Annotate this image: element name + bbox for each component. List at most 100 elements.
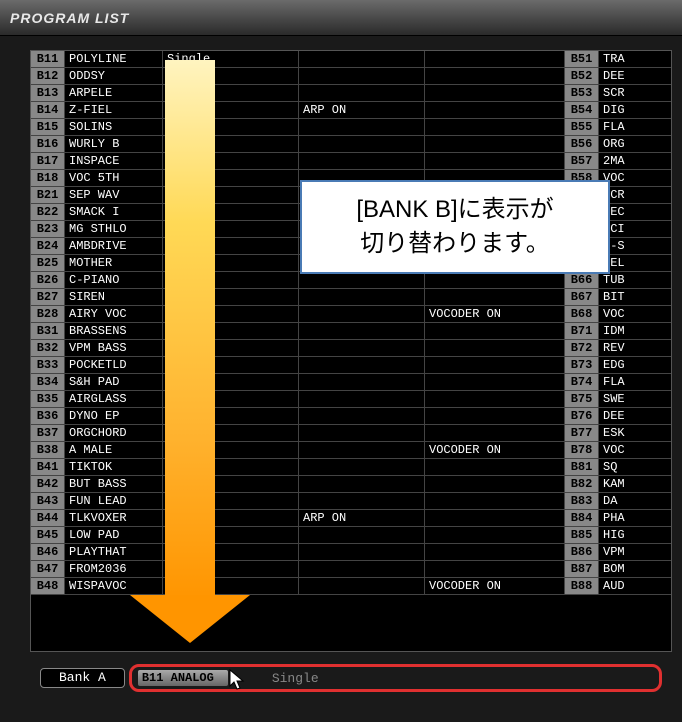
program-name: SIREN [65,289,163,305]
program-extra [299,323,425,339]
program-slot-right: B66 [565,272,599,288]
program-extra2 [425,493,565,509]
program-row[interactable]: B46PLAYTHATSingleB86VPM [31,544,671,561]
program-name-right: FLA [599,119,659,135]
header-bar: PROGRAM LIST [0,0,682,36]
program-name-right: PHA [599,510,659,526]
program-name-right: ORG [599,136,659,152]
program-row[interactable]: B11POLYLINESingleB51TRA [31,51,671,68]
program-row[interactable]: B17INSPACELayerB572MA [31,153,671,170]
program-name: POLYLINE [65,51,163,67]
program-row[interactable]: B37ORGCHORDLayerB77ESK [31,425,671,442]
program-name: SOLINS [65,119,163,135]
program-row[interactable]: B47FROM2036SingleB87BOM [31,561,671,578]
program-extra [299,68,425,84]
program-row[interactable]: B12ODDSYSingleB52DEE [31,68,671,85]
program-slot-right: B84 [565,510,599,526]
program-type: Multi [163,391,299,407]
program-name: AIRY VOC [65,306,163,322]
program-name: BUT BASS [65,476,163,492]
program-slot-right: B88 [565,578,599,594]
program-name-right: BIT [599,289,659,305]
program-name: AIRGLASS [65,391,163,407]
program-extra2 [425,357,565,373]
program-name-right: VOC [599,442,659,458]
program-name-right: SQ [599,459,659,475]
program-slot-right: B57 [565,153,599,169]
program-slot: B12 [31,68,65,84]
program-extra2: VOCODER ON [425,442,565,458]
program-type: Single [163,578,299,594]
program-extra [299,408,425,424]
program-slot: B33 [31,357,65,373]
program-name-right: REV [599,340,659,356]
program-name-right: DA [599,493,659,509]
program-row[interactable]: B32VPM BASSSingleB72REV [31,340,671,357]
program-row[interactable]: B16WURLY BSingleB56ORG [31,136,671,153]
program-extra [299,374,425,390]
program-row[interactable]: B26C-PIANOSingleB66TUB [31,272,671,289]
program-slot-right: B87 [565,561,599,577]
program-extra [299,578,425,594]
program-extra2 [425,272,565,288]
program-row[interactable]: B34S&H PADMultiB74FLA [31,374,671,391]
selected-program-area[interactable]: B11 ANALOG Single [129,664,662,692]
program-slot: B23 [31,221,65,237]
annotation-callout: [BANK B]に表示が 切り替わります。 [300,180,610,274]
program-name: ORGCHORD [65,425,163,441]
program-name: WISPAVOC [65,578,163,594]
program-extra2 [425,425,565,441]
callout-line-1: [BANK B]に表示が [356,193,553,227]
program-slot: B38 [31,442,65,458]
program-name-right: HIG [599,527,659,543]
program-name: DYNO EP [65,408,163,424]
program-row[interactable]: B27SIRENSingleB67BIT [31,289,671,306]
program-name: SMACK I [65,204,163,220]
program-row[interactable]: B44TLKVOXERSingleARP ONB84PHA [31,510,671,527]
program-name-right: DEE [599,68,659,84]
program-slot-right: B82 [565,476,599,492]
program-row[interactable]: B45LOW PADSingleB85HIG [31,527,671,544]
program-row[interactable]: B35AIRGLASSMultiB75SWE [31,391,671,408]
program-row[interactable]: B42BUT BASSSingleB82KAM [31,476,671,493]
program-slot-right: B52 [565,68,599,84]
program-extra [299,544,425,560]
program-slot: B14 [31,102,65,118]
header-title: PROGRAM LIST [10,10,129,26]
program-row[interactable]: B14Z-FIELSingleARP ONB54DIG [31,102,671,119]
program-extra2 [425,68,565,84]
program-extra2 [425,340,565,356]
program-name: TLKVOXER [65,510,163,526]
program-extra [299,425,425,441]
program-name-right: BOM [599,561,659,577]
footer-bar: Bank A B11 ANALOG Single [40,664,662,692]
program-row[interactable]: B43FUN LEADSingleB83DA [31,493,671,510]
program-row[interactable]: B36DYNO EPSingleB76DEE [31,408,671,425]
program-type: Multi [163,119,299,135]
program-slot: B48 [31,578,65,594]
program-slot-right: B73 [565,357,599,373]
program-extra2: VOCODER ON [425,306,565,322]
program-extra2 [425,51,565,67]
program-name-right: SCR [599,85,659,101]
program-row[interactable]: B41TIKTOKSingleB81SQ [31,459,671,476]
program-extra [299,340,425,356]
program-name-right: EDG [599,357,659,373]
program-type: Single [163,289,299,305]
program-extra [299,391,425,407]
program-row[interactable]: B33POCKETLDSingleB73EDG [31,357,671,374]
bank-a-button[interactable]: Bank A [40,668,125,688]
program-row[interactable]: B38A MALESingleVOCODER ONB78VOC [31,442,671,459]
program-slot-right: B78 [565,442,599,458]
program-type: Single [163,68,299,84]
program-row[interactable]: B48WISPAVOCSingleVOCODER ONB88AUD [31,578,671,595]
program-row[interactable]: B15SOLINSMultiB55FLA [31,119,671,136]
program-name-right: TUB [599,272,659,288]
program-slot-right: B72 [565,340,599,356]
program-row[interactable]: B13ARPELESingleB53SCR [31,85,671,102]
program-row[interactable]: B31BRASSENSSingleB71IDM [31,323,671,340]
program-extra [299,153,425,169]
program-type: Single [163,221,299,237]
program-extra2 [425,408,565,424]
program-row[interactable]: B28AIRY VOCSingleVOCODER ONB68VOC [31,306,671,323]
